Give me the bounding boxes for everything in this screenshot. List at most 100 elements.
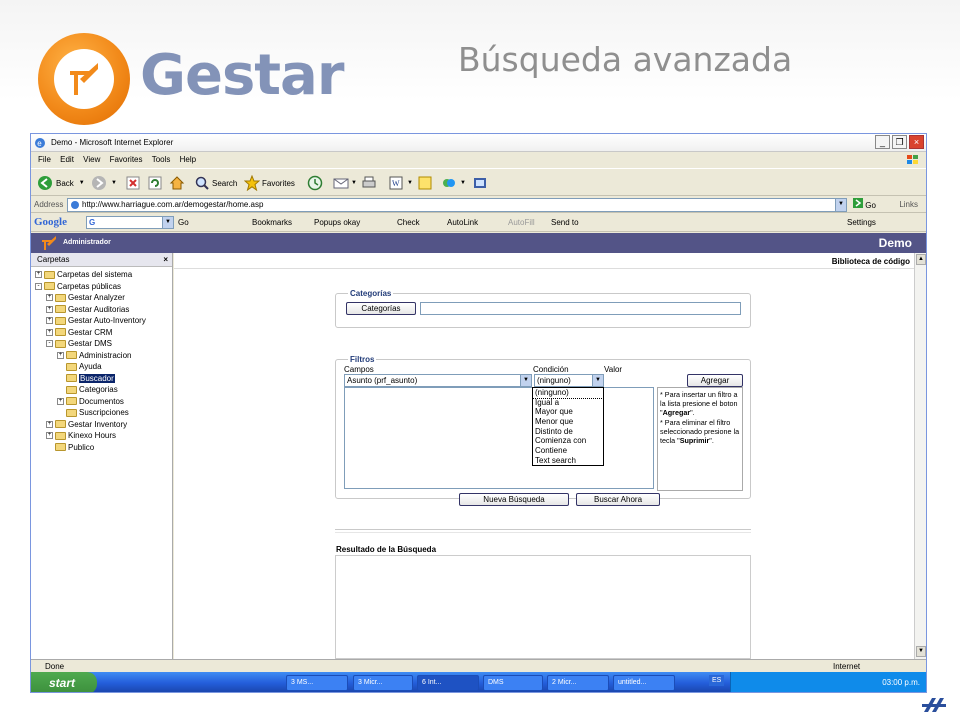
menu-tools[interactable]: Tools bbox=[152, 155, 171, 164]
settings-button[interactable]: Settings bbox=[847, 218, 876, 227]
task-internet-explorer[interactable]: 6 Int... bbox=[417, 675, 479, 691]
links-toolbar[interactable]: Links bbox=[899, 200, 918, 209]
vertical-scrollbar[interactable]: ▲ ▼ bbox=[914, 253, 926, 659]
expand-icon[interactable]: + bbox=[46, 317, 53, 324]
condicion-option[interactable]: Distinto de bbox=[533, 427, 603, 437]
expand-icon[interactable]: + bbox=[57, 351, 64, 359]
agregar-button[interactable]: Agregar bbox=[687, 374, 743, 387]
start-button[interactable]: start bbox=[31, 672, 97, 692]
autolink-button[interactable]: AutoLink bbox=[447, 218, 478, 227]
menu-favorites[interactable]: Favorites bbox=[110, 155, 143, 164]
categorias-button[interactable]: Categorías bbox=[346, 302, 416, 315]
task-micr-2[interactable]: 2 Micr... bbox=[547, 675, 609, 691]
refresh-button[interactable] bbox=[147, 173, 163, 193]
mail-button[interactable]: ▼ bbox=[333, 173, 357, 193]
folder-tree-item[interactable]: Suscripciones bbox=[57, 407, 129, 418]
expand-icon[interactable]: + bbox=[46, 432, 53, 439]
google-search-input[interactable]: G ▼ bbox=[86, 216, 174, 229]
go-button[interactable]: Go bbox=[853, 198, 876, 210]
folder-icon bbox=[55, 316, 66, 325]
folder-tree-item[interactable]: + Kinexo Hours bbox=[46, 430, 116, 441]
google-dropdown-icon[interactable]: ▼ bbox=[162, 217, 173, 228]
discuss-button[interactable] bbox=[417, 173, 433, 193]
folder-tree-item[interactable]: - Carpetas públicas bbox=[35, 281, 121, 292]
condicion-option[interactable]: Mayor que bbox=[533, 407, 603, 417]
folder-tree-item[interactable]: + Gestar Auto-Inventory bbox=[46, 315, 146, 326]
language-indicator[interactable]: ES bbox=[709, 675, 725, 686]
menu-edit[interactable]: Edit bbox=[60, 155, 74, 164]
menu-help[interactable]: Help bbox=[180, 155, 196, 164]
campos-select[interactable]: Asunto (prf_asunto) ▼ bbox=[344, 374, 532, 387]
condicion-option[interactable]: (ninguno) bbox=[532, 387, 604, 399]
filters-list[interactable] bbox=[344, 387, 654, 489]
nueva-busqueda-button[interactable]: Nueva Búsqueda bbox=[459, 493, 569, 506]
check-button[interactable]: Check bbox=[397, 218, 420, 227]
folder-tree-item[interactable]: + Documentos bbox=[57, 396, 124, 407]
forward-button[interactable]: ▼ bbox=[91, 173, 117, 193]
condicion-dropdown-icon[interactable]: ▼ bbox=[592, 375, 603, 386]
condicion-option[interactable]: Text search bbox=[533, 456, 603, 466]
condicion-option[interactable]: Contiene bbox=[533, 446, 603, 456]
send-to-button[interactable]: Send to bbox=[551, 218, 579, 227]
folder-tree-item[interactable]: Publico bbox=[46, 442, 94, 453]
folder-tree-item[interactable]: Categorias bbox=[57, 384, 118, 395]
folder-tree-item[interactable]: + Carpetas del sistema bbox=[35, 269, 132, 280]
condicion-option[interactable]: Igual a bbox=[533, 398, 603, 408]
expand-icon[interactable]: + bbox=[46, 305, 53, 313]
folder-tree-item[interactable]: + Gestar Auditorias bbox=[46, 304, 129, 315]
task-untitled[interactable]: untitled... bbox=[613, 675, 675, 691]
expand-icon[interactable]: + bbox=[57, 397, 64, 405]
expand-icon[interactable]: + bbox=[46, 328, 53, 336]
stop-icon bbox=[126, 176, 140, 190]
close-button[interactable]: × bbox=[909, 135, 924, 149]
task-dms[interactable]: DMS bbox=[483, 675, 543, 691]
folder-tree-item[interactable]: + Gestar Analyzer bbox=[46, 292, 125, 303]
maximize-button[interactable]: ❐ bbox=[892, 135, 907, 149]
expand-icon[interactable]: + bbox=[35, 271, 42, 278]
favorites-button[interactable]: Favorites bbox=[244, 173, 295, 193]
menu-view[interactable]: View bbox=[83, 155, 100, 164]
condicion-option[interactable]: Menor que bbox=[533, 417, 603, 427]
google-go-button[interactable]: Go bbox=[178, 218, 189, 227]
search-button[interactable]: Search bbox=[194, 173, 237, 193]
print-button[interactable] bbox=[361, 173, 377, 193]
stop-button[interactable] bbox=[125, 173, 141, 193]
buscar-ahora-button[interactable]: Buscar Ahora bbox=[576, 493, 660, 506]
sidebar-close-button[interactable]: × bbox=[163, 253, 168, 267]
autofill-button[interactable]: AutoFill bbox=[508, 218, 535, 227]
expand-icon[interactable]: + bbox=[46, 420, 53, 428]
folder-tree-item[interactable]: Ayuda bbox=[57, 361, 102, 372]
menu-file[interactable]: File bbox=[38, 155, 51, 164]
folder-tree-item[interactable]: + Gestar CRM bbox=[46, 327, 112, 338]
scroll-down-icon[interactable]: ▼ bbox=[916, 646, 926, 657]
popups-button[interactable]: Popups okay bbox=[314, 218, 360, 227]
categorias-field[interactable] bbox=[420, 302, 741, 315]
address-dropdown-icon[interactable]: ▼ bbox=[835, 199, 846, 211]
folder-tree-item[interactable]: + Administracion bbox=[57, 350, 131, 361]
folder-tree-item[interactable]: + Gestar Inventory bbox=[46, 419, 127, 430]
folder-label: Publico bbox=[68, 442, 95, 452]
address-input[interactable]: http://www.harriague.com.ar/demogestar/h… bbox=[67, 198, 847, 212]
edit-button[interactable]: W ▼ bbox=[388, 173, 413, 193]
folder-tree-item[interactable]: Buscador bbox=[57, 373, 115, 384]
collapse-icon[interactable]: - bbox=[35, 282, 42, 290]
valor-input[interactable] bbox=[606, 374, 684, 387]
folder-icon bbox=[66, 385, 77, 394]
home-button[interactable] bbox=[169, 173, 185, 193]
bookmarks-button[interactable]: Bookmarks bbox=[252, 218, 292, 227]
task-ms[interactable]: 3 MS... bbox=[286, 675, 348, 691]
minimize-button[interactable]: _ bbox=[875, 135, 890, 149]
condicion-option[interactable]: Comienza con bbox=[533, 436, 603, 446]
research-button[interactable] bbox=[472, 173, 488, 193]
history-button[interactable] bbox=[307, 173, 323, 193]
messenger-button[interactable]: ▼ bbox=[441, 173, 466, 193]
expand-icon[interactable]: + bbox=[46, 294, 53, 301]
task-micr-1[interactable]: 3 Micr... bbox=[353, 675, 413, 691]
condicion-select[interactable]: (ninguno) ▼ bbox=[534, 374, 604, 387]
back-button[interactable]: Back ▼ bbox=[37, 173, 85, 193]
collapse-icon[interactable]: - bbox=[46, 340, 53, 347]
campos-dropdown-icon[interactable]: ▼ bbox=[520, 375, 531, 386]
scroll-up-icon[interactable]: ▲ bbox=[916, 254, 926, 265]
folder-tree-item[interactable]: - Gestar DMS bbox=[46, 338, 112, 349]
condicion-dropdown-list: (ninguno) Igual a Mayor que Menor que Distin… bbox=[532, 387, 604, 466]
